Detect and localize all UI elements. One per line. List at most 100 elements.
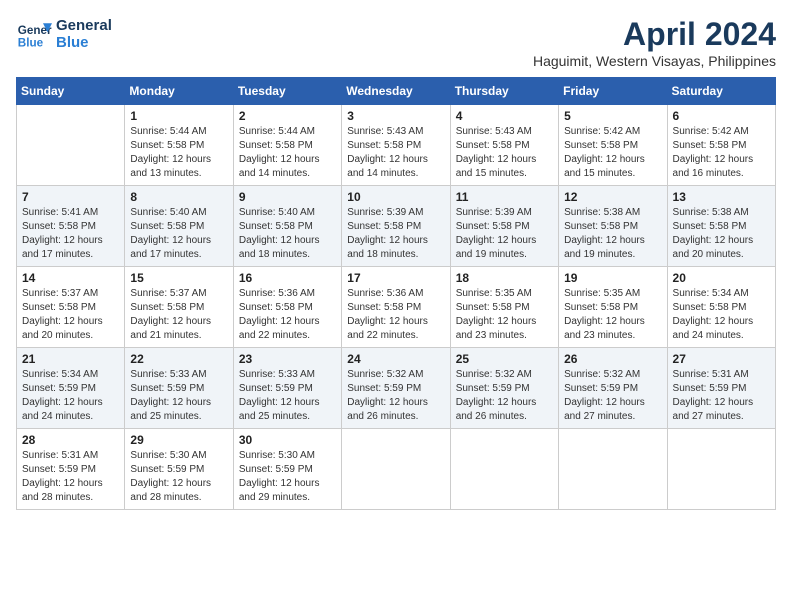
calendar-cell: 24 Sunrise: 5:32 AM Sunset: 5:59 PM Dayli… xyxy=(342,348,450,429)
calendar-cell: 28Sunrise: 5:31 AM Sunset: 5:59 PM Dayli… xyxy=(17,429,125,510)
day-info: Sunrise: 5:36 AM Sunset: 5:58 PM Dayligh… xyxy=(239,287,336,343)
day-info: Sunrise: 5:35 AM Sunset: 5:58 PM Dayligh… xyxy=(456,287,553,343)
day-number: 10 xyxy=(347,190,444,204)
calendar-cell: 6Sunrise: 5:42 AM Sunset: 5:58 PM Daylig… xyxy=(667,105,775,186)
calendar-cell: 13 Sunrise: 5:38 AM Sunset: 5:58 PM Dayli… xyxy=(667,186,775,267)
calendar-table: SundayMondayTuesdayWednesdayThursdayFrid… xyxy=(16,77,776,510)
calendar-cell: 2Sunrise: 5:44 AM Sunset: 5:58 PM Daylig… xyxy=(233,105,341,186)
calendar-cell: 22 Sunrise: 5:33 AM Sunset: 5:59 PM Dayli… xyxy=(125,348,233,429)
page-header: General Blue General Blue April 2024 Hag… xyxy=(16,16,776,69)
day-info: Sunrise: 5:30 AM Sunset: 5:59 PM Dayligh… xyxy=(130,449,227,505)
day-number: 7 xyxy=(22,190,119,204)
col-header-saturday: Saturday xyxy=(667,78,775,105)
day-info: Sunrise: 5:37 AM Sunset: 5:58 PM Dayligh… xyxy=(22,287,119,343)
day-info: Sunrise: 5:44 AM Sunset: 5:58 PM Dayligh… xyxy=(130,125,227,181)
day-number: 24 xyxy=(347,352,444,366)
day-info: Sunrise: 5:43 AM Sunset: 5:58 PM Dayligh… xyxy=(456,125,553,181)
calendar-cell: 12 Sunrise: 5:38 AM Sunset: 5:58 PM Dayli… xyxy=(559,186,667,267)
col-header-friday: Friday xyxy=(559,78,667,105)
location-subtitle: Haguimit, Western Visayas, Philippines xyxy=(533,53,776,69)
calendar-cell: 7Sunrise: 5:41 AM Sunset: 5:58 PM Daylig… xyxy=(17,186,125,267)
day-number: 4 xyxy=(456,109,553,123)
calendar-cell: 30Sunrise: 5:30 AM Sunset: 5:59 PM Dayli… xyxy=(233,429,341,510)
day-info: Sunrise: 5:42 AM Sunset: 5:58 PM Dayligh… xyxy=(564,125,661,181)
day-info: Sunrise: 5:33 AM Sunset: 5:59 PM Dayligh… xyxy=(130,368,227,424)
day-number: 29 xyxy=(130,433,227,447)
day-number: 17 xyxy=(347,271,444,285)
svg-text:Blue: Blue xyxy=(18,37,44,50)
day-info: Sunrise: 5:31 AM Sunset: 5:59 PM Dayligh… xyxy=(673,368,770,424)
calendar-cell: 10Sunrise: 5:39 AM Sunset: 5:58 PM Dayli… xyxy=(342,186,450,267)
calendar-cell: 26Sunrise: 5:32 AM Sunset: 5:59 PM Dayli… xyxy=(559,348,667,429)
day-info: Sunrise: 5:43 AM Sunset: 5:58 PM Dayligh… xyxy=(347,125,444,181)
day-number: 21 xyxy=(22,352,119,366)
calendar-week-row: 7Sunrise: 5:41 AM Sunset: 5:58 PM Daylig… xyxy=(17,186,776,267)
calendar-cell: 16 Sunrise: 5:36 AM Sunset: 5:58 PM Dayli… xyxy=(233,267,341,348)
day-number: 16 xyxy=(239,271,336,285)
calendar-cell: 5 Sunrise: 5:42 AM Sunset: 5:58 PM Daylig… xyxy=(559,105,667,186)
day-number: 11 xyxy=(456,190,553,204)
col-header-sunday: Sunday xyxy=(17,78,125,105)
day-number: 5 xyxy=(564,109,661,123)
calendar-header-row: SundayMondayTuesdayWednesdayThursdayFrid… xyxy=(17,78,776,105)
calendar-cell: 20 Sunrise: 5:34 AM Sunset: 5:58 PM Dayli… xyxy=(667,267,775,348)
logo: General Blue General Blue xyxy=(16,16,112,52)
calendar-week-row: 14 Sunrise: 5:37 AM Sunset: 5:58 PM Dayli… xyxy=(17,267,776,348)
month-title: April 2024 xyxy=(533,16,776,53)
day-info: Sunrise: 5:32 AM Sunset: 5:59 PM Dayligh… xyxy=(456,368,553,424)
calendar-cell: 11Sunrise: 5:39 AM Sunset: 5:58 PM Dayli… xyxy=(450,186,558,267)
day-number: 28 xyxy=(22,433,119,447)
day-number: 19 xyxy=(564,271,661,285)
calendar-cell xyxy=(559,429,667,510)
calendar-cell: 15Sunrise: 5:37 AM Sunset: 5:58 PM Dayli… xyxy=(125,267,233,348)
day-info: Sunrise: 5:32 AM Sunset: 5:59 PM Dayligh… xyxy=(564,368,661,424)
calendar-cell: 18 Sunrise: 5:35 AM Sunset: 5:58 PM Dayli… xyxy=(450,267,558,348)
calendar-cell xyxy=(342,429,450,510)
calendar-cell: 27Sunrise: 5:31 AM Sunset: 5:59 PM Dayli… xyxy=(667,348,775,429)
calendar-cell xyxy=(17,105,125,186)
day-number: 8 xyxy=(130,190,227,204)
day-info: Sunrise: 5:33 AM Sunset: 5:59 PM Dayligh… xyxy=(239,368,336,424)
day-number: 12 xyxy=(564,190,661,204)
calendar-cell xyxy=(667,429,775,510)
calendar-cell: 25Sunrise: 5:32 AM Sunset: 5:59 PM Dayli… xyxy=(450,348,558,429)
day-info: Sunrise: 5:38 AM Sunset: 5:58 PM Dayligh… xyxy=(564,206,661,262)
calendar-cell: 23 Sunrise: 5:33 AM Sunset: 5:59 PM Dayli… xyxy=(233,348,341,429)
logo-subtext: Blue xyxy=(56,34,112,51)
day-number: 23 xyxy=(239,352,336,366)
col-header-tuesday: Tuesday xyxy=(233,78,341,105)
day-number: 15 xyxy=(130,271,227,285)
day-number: 22 xyxy=(130,352,227,366)
day-info: Sunrise: 5:40 AM Sunset: 5:58 PM Dayligh… xyxy=(239,206,336,262)
day-number: 18 xyxy=(456,271,553,285)
day-number: 9 xyxy=(239,190,336,204)
day-info: Sunrise: 5:34 AM Sunset: 5:58 PM Dayligh… xyxy=(673,287,770,343)
calendar-cell: 14 Sunrise: 5:37 AM Sunset: 5:58 PM Dayli… xyxy=(17,267,125,348)
calendar-cell: 3 Sunrise: 5:43 AM Sunset: 5:58 PM Daylig… xyxy=(342,105,450,186)
day-info: Sunrise: 5:32 AM Sunset: 5:59 PM Dayligh… xyxy=(347,368,444,424)
day-number: 13 xyxy=(673,190,770,204)
day-number: 3 xyxy=(347,109,444,123)
day-info: Sunrise: 5:42 AM Sunset: 5:58 PM Dayligh… xyxy=(673,125,770,181)
calendar-week-row: 1 Sunrise: 5:44 AM Sunset: 5:58 PM Daylig… xyxy=(17,105,776,186)
day-number: 20 xyxy=(673,271,770,285)
calendar-week-row: 28Sunrise: 5:31 AM Sunset: 5:59 PM Dayli… xyxy=(17,429,776,510)
logo-icon: General Blue xyxy=(16,16,52,52)
title-area: April 2024 Haguimit, Western Visayas, Ph… xyxy=(533,16,776,69)
day-number: 30 xyxy=(239,433,336,447)
day-number: 14 xyxy=(22,271,119,285)
calendar-cell: 29 Sunrise: 5:30 AM Sunset: 5:59 PM Dayli… xyxy=(125,429,233,510)
day-info: Sunrise: 5:38 AM Sunset: 5:58 PM Dayligh… xyxy=(673,206,770,262)
calendar-cell: 9 Sunrise: 5:40 AM Sunset: 5:58 PM Daylig… xyxy=(233,186,341,267)
col-header-monday: Monday xyxy=(125,78,233,105)
col-header-wednesday: Wednesday xyxy=(342,78,450,105)
calendar-cell: 21 Sunrise: 5:34 AM Sunset: 5:59 PM Dayli… xyxy=(17,348,125,429)
calendar-cell xyxy=(450,429,558,510)
day-number: 1 xyxy=(130,109,227,123)
day-info: Sunrise: 5:34 AM Sunset: 5:59 PM Dayligh… xyxy=(22,368,119,424)
day-info: Sunrise: 5:40 AM Sunset: 5:58 PM Dayligh… xyxy=(130,206,227,262)
day-info: Sunrise: 5:35 AM Sunset: 5:58 PM Dayligh… xyxy=(564,287,661,343)
calendar-cell: 19 Sunrise: 5:35 AM Sunset: 5:58 PM Dayli… xyxy=(559,267,667,348)
calendar-cell: 1 Sunrise: 5:44 AM Sunset: 5:58 PM Daylig… xyxy=(125,105,233,186)
logo-text: General xyxy=(56,17,112,34)
